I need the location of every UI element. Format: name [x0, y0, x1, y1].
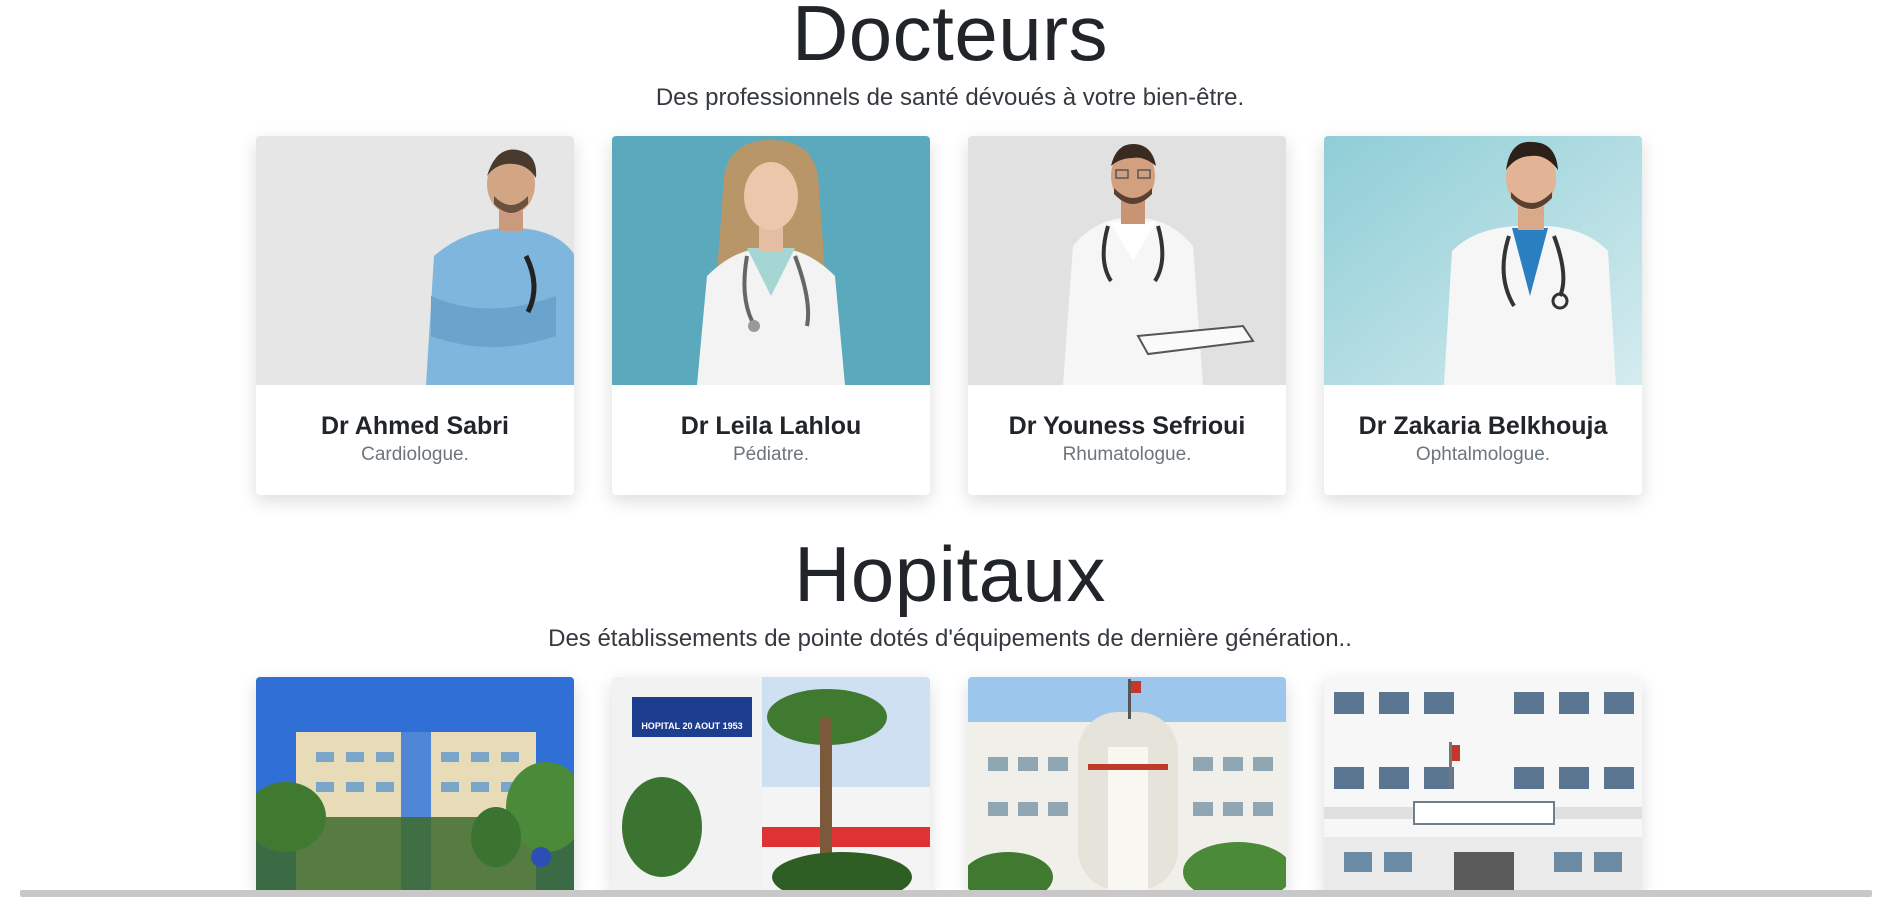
doctors-subtitle: Des professionnels de santé dévoués à vo…	[655, 84, 1245, 111]
doctor-specialty: Pédiatre.	[732, 444, 810, 465]
doctor-specialty: Ophtalmologue.	[1415, 444, 1551, 465]
doctor-card-body: Dr Youness Sefrioui Rhumatologue.	[968, 385, 1286, 495]
doctor-card[interactable]: Dr Leila Lahlou Pédiatre.	[612, 136, 930, 495]
doctor-card-body: Dr Ahmed Sabri Cardiologue.	[256, 385, 574, 495]
hospital-sign: HOPITAL 20 AOUT 1953	[641, 721, 742, 731]
page: Docteurs Des professionnels de santé dév…	[0, 0, 1892, 897]
hospital-photo: HOPITAL 20 AOUT 1953	[612, 677, 930, 890]
hospital-card[interactable]	[256, 677, 574, 890]
doctor-card-body: Dr Leila Lahlou Pédiatre.	[612, 385, 930, 495]
hospital-card[interactable]	[968, 677, 1286, 890]
doctor-card[interactable]: Dr Youness Sefrioui Rhumatologue.	[968, 136, 1286, 495]
doctor-specialty: Cardiologue.	[361, 444, 469, 465]
hospital-card[interactable]	[1324, 677, 1642, 890]
doctor-card-body: Dr Zakaria Belkhouja Ophtalmologue.	[1324, 385, 1642, 495]
doctor-name: Dr Youness Sefrioui	[1008, 412, 1246, 440]
doctor-card[interactable]: Dr Ahmed Sabri Cardiologue.	[256, 136, 574, 495]
hospital-photo	[1324, 677, 1642, 890]
doctor-photo	[256, 136, 574, 385]
doctor-name: Dr Ahmed Sabri	[320, 412, 509, 440]
doctors-title: Docteurs	[791, 0, 1109, 77]
hospitals-title: Hopitaux	[794, 530, 1106, 618]
hospital-photo	[968, 677, 1286, 890]
doctor-photo	[968, 136, 1286, 385]
doctor-photo	[1324, 136, 1642, 385]
doctor-specialty: Rhumatologue.	[1062, 444, 1192, 465]
doctor-photo	[612, 136, 930, 385]
hospital-photo	[256, 677, 574, 890]
hospital-card[interactable]: HOPITAL 20 AOUT 1953	[612, 677, 930, 890]
hospitals-subtitle: Des établissements de pointe dotés d'équ…	[548, 625, 1352, 652]
doctor-card[interactable]: Dr Zakaria Belkhouja Ophtalmologue.	[1324, 136, 1642, 495]
doctor-name: Dr Zakaria Belkhouja	[1358, 412, 1608, 440]
doctor-name: Dr Leila Lahlou	[680, 412, 862, 440]
horizontal-scrollbar[interactable]	[20, 890, 1872, 897]
